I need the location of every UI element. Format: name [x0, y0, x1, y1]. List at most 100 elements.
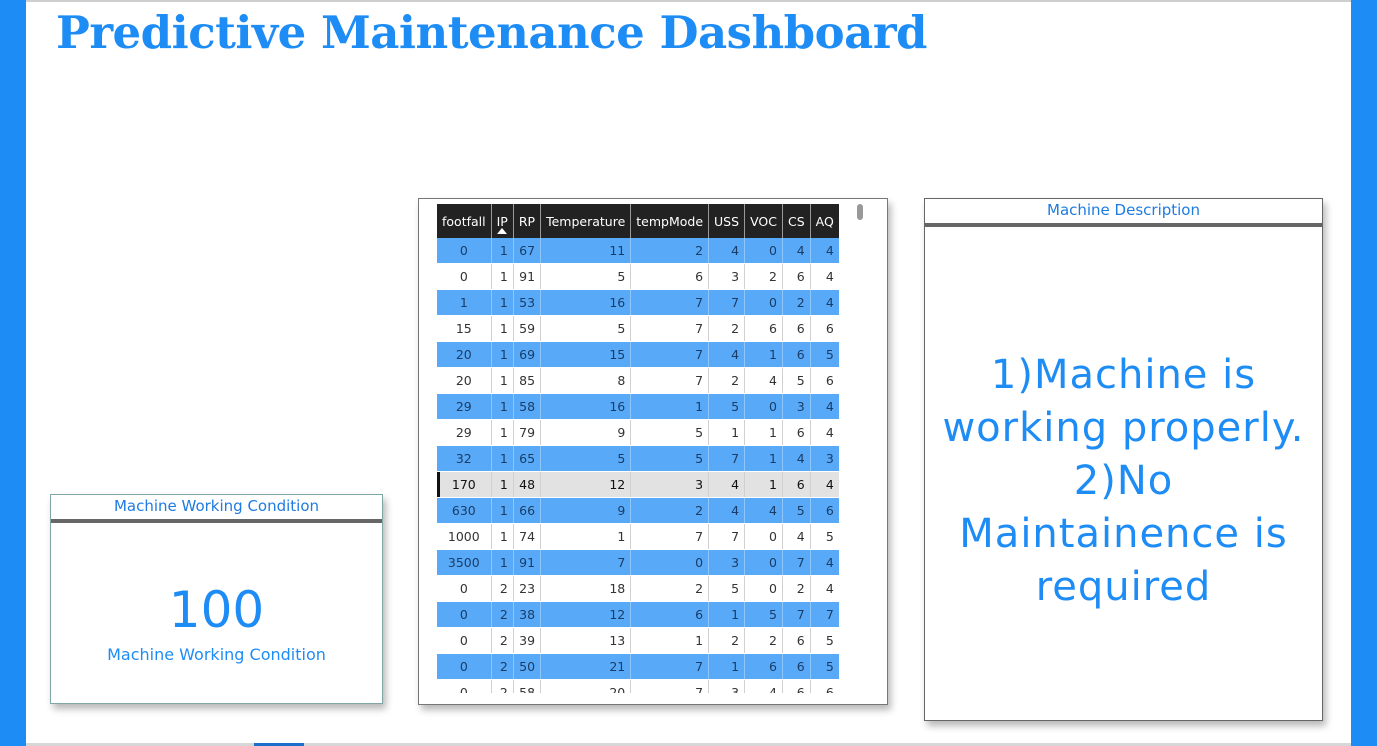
table-cell: 170	[437, 471, 492, 498]
table-viewport[interactable]: footfall IP RP Temperature tempMode USS VOC CS A…	[437, 204, 850, 693]
table-row[interactable]: 1 1 53 16 7 7 0 2 4	[437, 289, 839, 316]
table-cell: 12	[540, 601, 631, 628]
table-cell: 66	[512, 497, 541, 524]
table-row[interactable]: 29 1 79 9 5 1 1 6 4	[437, 419, 839, 446]
table-cell: 4	[708, 497, 745, 524]
table-cell: 48	[512, 471, 541, 498]
table-cell: 2	[490, 627, 514, 654]
table-cell: 58	[512, 393, 541, 420]
table-row[interactable]: 20 1 69 15 7 4 1 6 5	[437, 341, 839, 368]
sensor-data-table-card[interactable]: footfall IP RP Temperature tempMode USS VOC CS A…	[418, 198, 888, 705]
table-cell: 1	[744, 341, 783, 368]
table-cell: 4	[708, 471, 745, 498]
table-cell: 29	[437, 419, 492, 446]
column-header-footfall[interactable]: footfall	[437, 204, 492, 238]
table-cell: 1	[490, 549, 514, 576]
table-cell: 6	[630, 263, 709, 290]
table-row[interactable]: 15 1 59 5 7 2 6 6 6	[437, 315, 839, 342]
table-cell: 16	[540, 393, 631, 420]
table-cell: 2	[490, 575, 514, 602]
table-row[interactable]: 0 2 50 21 7 1 6 6 5	[437, 653, 839, 680]
table-scrollbar[interactable]	[857, 204, 863, 220]
table-cell: 2	[781, 289, 811, 316]
column-header-aq[interactable]: AQ	[809, 204, 839, 238]
column-header-label: RP	[518, 213, 536, 229]
machine-working-condition-card[interactable]: Machine Working Condition 100 Machine Wo…	[50, 494, 383, 704]
table-cell: 1	[630, 393, 709, 420]
table-cell: 4	[744, 679, 783, 693]
table-cell: 0	[437, 263, 492, 290]
description-line: 2)No	[1073, 458, 1174, 504]
table-cell: 91	[512, 549, 541, 576]
table-row[interactable]: 0 2 39 13 1 2 2 6 5	[437, 627, 839, 654]
table-cell: 5	[809, 341, 839, 368]
column-header-tempmode[interactable]: tempMode	[630, 204, 709, 238]
table-cell: 5	[781, 367, 811, 394]
table-row[interactable]: 3500 1 91 7 0 3 0 7 4	[437, 549, 839, 576]
table-cell: 7	[630, 315, 709, 342]
table-cell: 23	[512, 575, 541, 602]
table-cell: 2	[744, 263, 783, 290]
table-cell: 0	[744, 575, 783, 602]
table-cell: 4	[809, 471, 839, 498]
sensor-data-table: footfall IP RP Temperature tempMode USS VOC CS A…	[437, 204, 839, 693]
table-cell: 3	[630, 471, 709, 498]
table-cell: 0	[437, 238, 492, 264]
table-row[interactable]: 0 2 38 12 6 1 5 7 7	[437, 601, 839, 628]
table-row[interactable]: 0 1 67 11 2 4 0 4 4	[437, 238, 839, 264]
table-row[interactable]: 0 1 91 5 6 3 2 6 4	[437, 263, 839, 290]
column-header-voc[interactable]: VOC	[744, 204, 783, 238]
column-header-cs[interactable]: CS	[781, 204, 811, 238]
column-header-label: AQ	[815, 213, 834, 229]
table-cell: 4	[744, 497, 783, 524]
table-row[interactable]: 170 1 48 12 3 4 1 6 4	[437, 471, 839, 498]
machine-description-card[interactable]: Machine Description 1)Machine is working …	[924, 198, 1323, 721]
table-cell: 6	[744, 315, 783, 342]
table-cell: 4	[781, 445, 811, 472]
table-cell: 1	[708, 419, 745, 446]
table-cell: 4	[708, 238, 745, 264]
table-row[interactable]: 1000 1 74 1 7 7 0 4 5	[437, 523, 839, 550]
table-cell: 6	[809, 367, 839, 394]
table-cell: 4	[809, 263, 839, 290]
table-cell: 2	[490, 601, 514, 628]
table-cell: 58	[512, 679, 541, 693]
table-cell: 6	[744, 653, 783, 680]
table-cell: 0	[744, 393, 783, 420]
table-cell: 6	[781, 679, 811, 693]
table-cell: 5	[708, 575, 745, 602]
table-row[interactable]: 29 1 58 16 1 5 0 3 4	[437, 393, 839, 420]
table-cell: 7	[708, 289, 745, 316]
table-row[interactable]: 0 2 23 18 2 5 0 2 4	[437, 575, 839, 602]
table-cell: 1	[540, 523, 631, 550]
table-cell: 6	[809, 315, 839, 342]
table-cell: 0	[437, 627, 492, 654]
table-cell: 6	[781, 471, 811, 498]
column-header-ip[interactable]: IP	[490, 204, 514, 238]
table-row[interactable]: 20 1 85 8 7 2 4 5 6	[437, 367, 839, 394]
table-cell: 15	[540, 341, 631, 368]
table-cell: 0	[437, 653, 492, 680]
table-cell: 53	[512, 289, 541, 316]
kpi-label: Machine Working Condition	[107, 645, 326, 664]
table-cell: 79	[512, 419, 541, 446]
page-title: Predictive Maintenance Dashboard	[56, 6, 928, 59]
column-header-temperature[interactable]: Temperature	[540, 204, 631, 238]
table-cell: 1	[490, 419, 514, 446]
table-row[interactable]: 32 1 65 5 5 7 1 4 3	[437, 445, 839, 472]
table-cell: 21	[540, 653, 631, 680]
table-cell: 7	[809, 601, 839, 628]
table-cell: 1	[708, 601, 745, 628]
column-header-uss[interactable]: USS	[708, 204, 745, 238]
column-header-label: Temperature	[546, 213, 626, 229]
table-cell: 91	[512, 263, 541, 290]
table-row[interactable]: 630 1 66 9 2 4 4 5 6	[437, 497, 839, 524]
table-cell: 0	[437, 601, 492, 628]
table-cell: 7	[630, 523, 709, 550]
table-row[interactable]: 0 2 58 20 7 3 4 6 6	[437, 679, 839, 693]
table-cell: 2	[708, 627, 745, 654]
column-header-rp[interactable]: RP	[512, 204, 541, 238]
description-line: required	[1035, 564, 1212, 610]
table-cell: 3	[708, 679, 745, 693]
table-cell: 1	[490, 497, 514, 524]
